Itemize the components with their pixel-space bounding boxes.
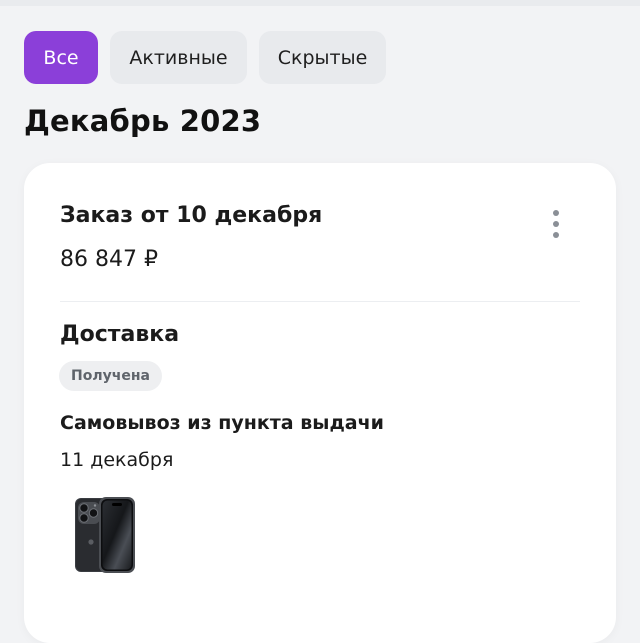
delivery-heading: Доставка — [60, 322, 180, 347]
more-vertical-icon — [553, 210, 559, 216]
status-badge: Получена — [59, 361, 162, 391]
filter-tab-active[interactable]: Активные — [110, 31, 247, 84]
filter-tabs: Все Активные Скрытые — [24, 31, 386, 84]
divider — [60, 301, 580, 302]
more-options-button[interactable] — [544, 207, 568, 241]
order-title: Заказ от 10 декабря — [60, 203, 323, 228]
top-strip — [0, 0, 640, 6]
phone-product-image[interactable] — [74, 496, 138, 576]
delivery-method: Самовывоз из пункта выдачи — [60, 412, 384, 434]
month-heading: Декабрь 2023 — [24, 104, 262, 138]
phone-icon — [75, 497, 135, 573]
order-card[interactable]: Заказ от 10 декабря 86 847 ₽ Доставка По… — [24, 163, 616, 643]
more-vertical-icon-dot — [553, 232, 559, 238]
more-vertical-icon-dot — [553, 221, 559, 227]
filter-tab-hidden[interactable]: Скрытые — [259, 31, 386, 84]
delivery-date: 11 декабря — [60, 449, 174, 471]
order-total: 86 847 ₽ — [60, 247, 158, 272]
filter-tab-all[interactable]: Все — [24, 31, 98, 84]
